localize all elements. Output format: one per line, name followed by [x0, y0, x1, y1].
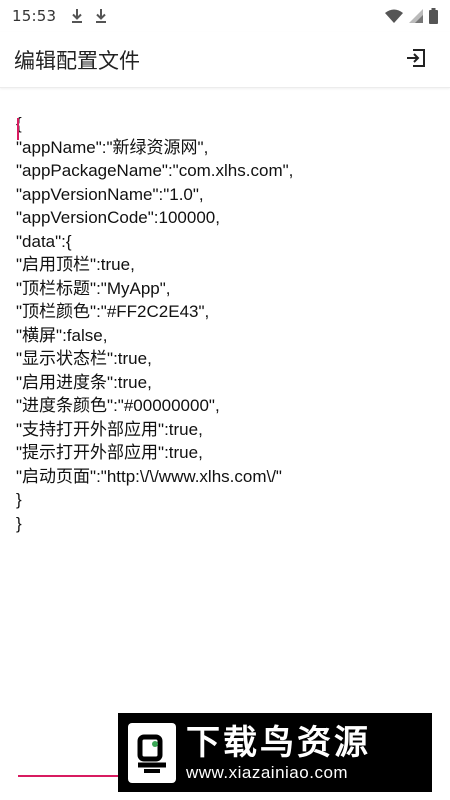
- status-bar: 15:53: [0, 0, 450, 32]
- editor-line: "appPackageName":"com.xlhs.com",: [16, 161, 294, 180]
- watermark-title: 下载鸟资源: [186, 722, 371, 763]
- exit-to-app-icon: [404, 46, 428, 74]
- system-icons: [385, 8, 438, 24]
- editor-content[interactable]: {"appName":"新绿资源网", "appPackageName":"com…: [16, 112, 434, 535]
- notification-icons: [70, 8, 108, 24]
- editor-line: "appName":"新绿资源网",: [16, 137, 209, 157]
- app-bar: 编辑配置文件: [0, 32, 450, 88]
- wifi-icon: [385, 9, 403, 23]
- watermark-url: www.xiazainiao.com: [186, 762, 349, 782]
- editor-line: "显示状态栏":true,: [16, 349, 152, 368]
- editor-line: "data":{: [16, 231, 72, 251]
- config-editor[interactable]: {"appName":"新绿资源网", "appPackageName":"com…: [0, 112, 450, 712]
- watermark-banner: 下载鸟资源 www.xiazainiao.com: [118, 713, 432, 792]
- exit-button[interactable]: [396, 40, 436, 80]
- editor-line: "顶栏颜色":"#FF2C2E43",: [16, 302, 210, 321]
- text-cursor: [17, 118, 19, 140]
- status-time: 15:53: [12, 7, 57, 25]
- battery-icon: [429, 8, 438, 24]
- editor-line: "支持打开外部应用":true,: [16, 419, 203, 439]
- editor-line: "启用进度条":true,: [16, 372, 152, 392]
- watermark-text: 下载鸟资源 www.xiazainiao.com: [186, 723, 371, 783]
- editor-line: "提示打开外部应用":true,: [16, 443, 203, 462]
- editor-line: "顶栏标题":"MyApp",: [16, 278, 171, 298]
- download-icon: [70, 8, 84, 24]
- editor-line: "横屏":false,: [16, 325, 108, 345]
- editor-line: "进度条颜色":"#00000000",: [16, 396, 220, 415]
- editor-line: "appVersionCode":100000,: [16, 208, 220, 227]
- bird-logo-icon: [128, 722, 176, 783]
- input-underline: [18, 775, 118, 777]
- editor-line: }: [16, 490, 22, 509]
- editor-line: {: [16, 112, 434, 136]
- download-icon: [94, 8, 108, 24]
- editor-line: "appVersionName":"1.0",: [16, 184, 204, 204]
- signal-icon: [409, 9, 423, 23]
- page-title: 编辑配置文件: [14, 48, 140, 73]
- editor-line: "启动页面":"http:\/\/www.xlhs.com\/": [16, 466, 282, 486]
- editor-line: }: [16, 513, 22, 533]
- editor-line: "启用顶栏":true,: [16, 255, 135, 274]
